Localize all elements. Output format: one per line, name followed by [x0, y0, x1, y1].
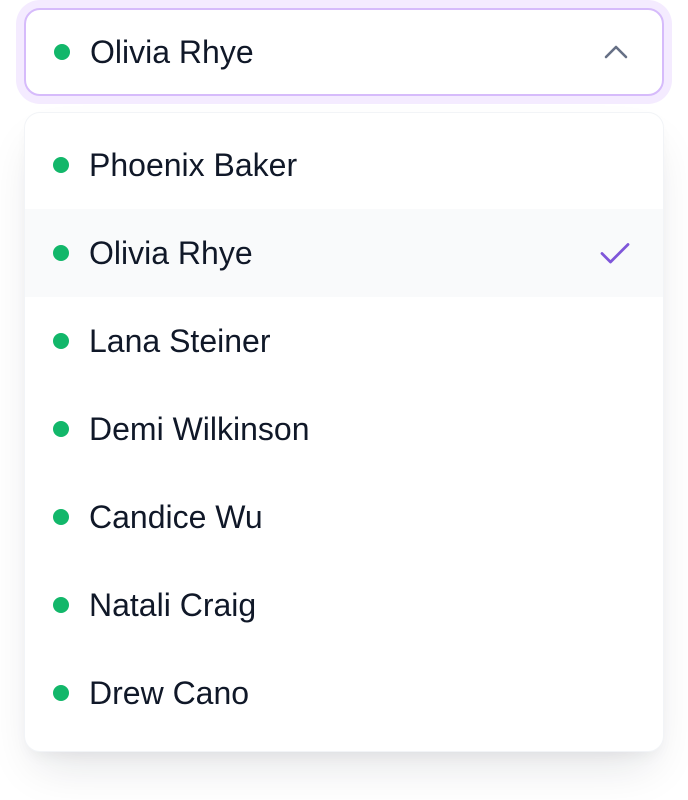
option-natali-craig[interactable]: Natali Craig — [25, 561, 663, 649]
option-olivia-rhye[interactable]: Olivia Rhye — [25, 209, 663, 297]
option-label: Drew Cano — [89, 674, 250, 711]
online-status-dot — [53, 685, 69, 701]
option-label: Demi Wilkinson — [89, 410, 310, 447]
online-status-dot — [53, 421, 69, 437]
selected-user-label: Olivia Rhye — [90, 33, 254, 70]
select-dropdown: Olivia Rhye Phoenix Baker Olivia Rhye La… — [0, 0, 688, 800]
option-lana-steiner[interactable]: Lana Steiner — [25, 297, 663, 385]
option-demi-wilkinson[interactable]: Demi Wilkinson — [25, 385, 663, 473]
chevron-up-icon[interactable] — [602, 38, 630, 66]
option-label: Natali Craig — [89, 586, 257, 623]
online-status-dot — [54, 44, 70, 60]
option-drew-cano[interactable]: Drew Cano — [25, 649, 663, 737]
online-status-dot — [53, 245, 69, 261]
option-candice-wu[interactable]: Candice Wu — [25, 473, 663, 561]
user-select-trigger[interactable]: Olivia Rhye — [24, 8, 664, 96]
online-status-dot — [53, 597, 69, 613]
option-label: Olivia Rhye — [89, 234, 253, 271]
check-icon — [597, 235, 633, 271]
user-options-menu: Phoenix Baker Olivia Rhye Lana Steiner D… — [24, 112, 664, 752]
option-label: Phoenix Baker — [89, 146, 298, 183]
online-status-dot — [53, 157, 69, 173]
option-label: Lana Steiner — [89, 322, 271, 359]
option-phoenix-baker[interactable]: Phoenix Baker — [25, 121, 663, 209]
online-status-dot — [53, 509, 69, 525]
option-label: Candice Wu — [89, 498, 263, 535]
online-status-dot — [53, 333, 69, 349]
